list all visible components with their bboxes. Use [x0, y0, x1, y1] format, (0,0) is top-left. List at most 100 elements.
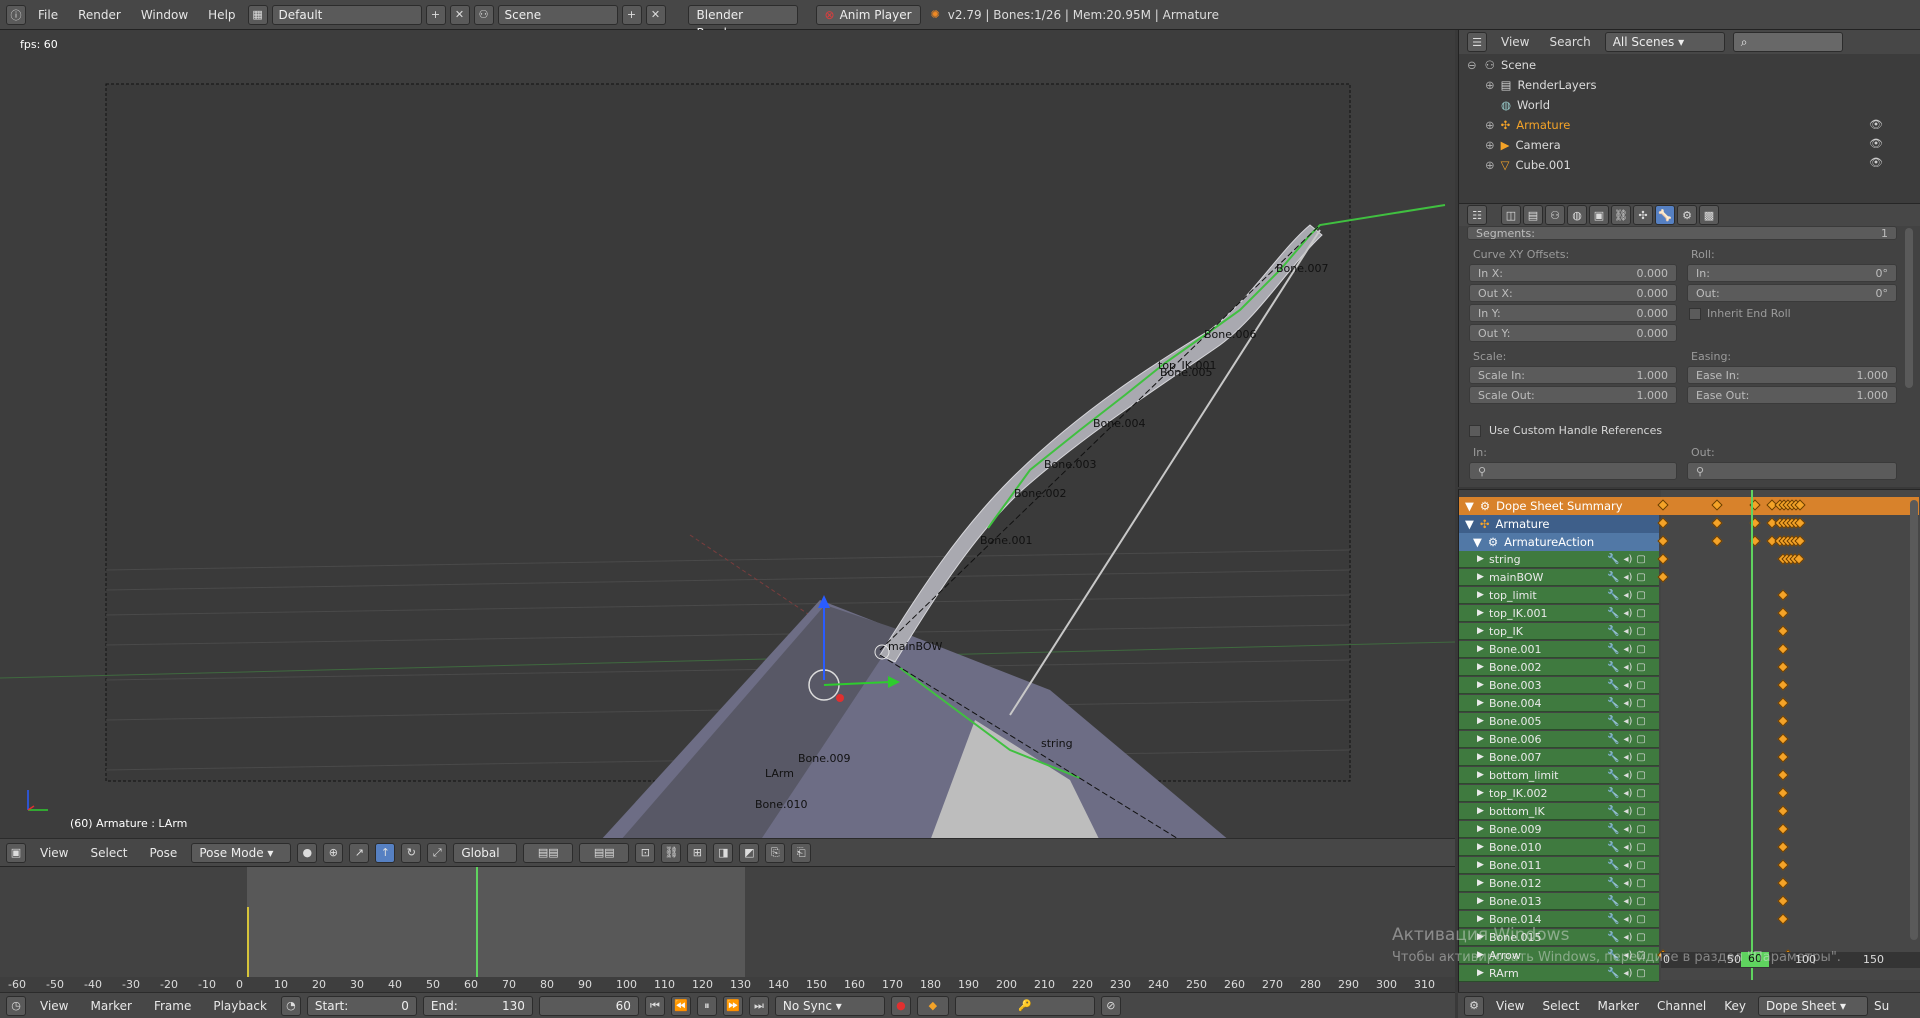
mute-icon[interactable]: ◂): [1623, 608, 1632, 619]
wrench-icon[interactable]: 🔧: [1607, 734, 1619, 745]
modifiers-tab-icon[interactable]: ✣: [1633, 205, 1653, 225]
translate-icon[interactable]: ↑: [375, 842, 396, 863]
timeline-editor-icon[interactable]: ◷: [6, 995, 26, 1016]
sync-dropdown[interactable]: No Sync ▾: [774, 995, 885, 1016]
eye-icon[interactable]: 👁: [1869, 156, 1883, 169]
channel-row[interactable]: ▶ top_IK.002 🔧 ◂) ▢: [1459, 785, 1659, 802]
bone-constraint-tab-icon[interactable]: ⚙: [1677, 205, 1697, 225]
channel-row[interactable]: ▶ Bone.001 🔧 ◂) ▢: [1459, 641, 1659, 658]
expand-triangle-icon[interactable]: ▶: [1477, 734, 1484, 744]
outliner[interactable]: ☰ View Search All Scenes ▾ ⌕ ⊖ ⚇ Scene ⊕ ▤ R…: [1458, 30, 1920, 203]
wrench-icon[interactable]: 🔧: [1607, 608, 1619, 619]
anim-player-button[interactable]: ⊗ Anim Player: [815, 4, 921, 25]
mute-icon[interactable]: ◂): [1623, 734, 1632, 745]
dope-sheet-object-armature[interactable]: ▼ ✣ Armature: [1459, 515, 1659, 533]
lock-icon[interactable]: ▢: [1636, 554, 1645, 565]
channel-row[interactable]: ▶ Bone.006 🔧 ◂) ▢: [1459, 731, 1659, 748]
out-x-field[interactable]: Out X: 0.000: [1469, 284, 1677, 302]
menu-render[interactable]: Render: [70, 5, 129, 25]
expand-triangle-icon[interactable]: ▶: [1477, 608, 1484, 618]
out-y-field[interactable]: Out Y: 0.000: [1469, 324, 1677, 342]
dope-sheet[interactable]: ▼ ⚙ Dope Sheet Summary ▼ ✣ Armature ▼ ⚙ Armatu…: [1458, 489, 1920, 992]
expand-icon[interactable]: ⊕: [1485, 118, 1495, 132]
wrench-icon[interactable]: 🔧: [1607, 878, 1619, 889]
mute-icon[interactable]: ◂): [1623, 698, 1632, 709]
outliner-item-scene[interactable]: ⊖ ⚇ Scene: [1459, 56, 1859, 74]
lock-icon[interactable]: ▢: [1636, 806, 1645, 817]
channel-row[interactable]: ▶ Bone.005 🔧 ◂) ▢: [1459, 713, 1659, 730]
dopesheet-scrollbar[interactable]: [1910, 500, 1918, 940]
add-scene-icon[interactable]: +: [621, 4, 642, 25]
mute-icon[interactable]: ◂): [1623, 788, 1632, 799]
channel-row[interactable]: ▶ mainBOW 🔧 ◂) ▢: [1459, 569, 1659, 586]
expand-icon[interactable]: ⊕: [1485, 138, 1495, 152]
expand-triangle-icon[interactable]: ▶: [1477, 572, 1484, 582]
snap-icon[interactable]: ⊞: [687, 842, 708, 863]
outliner-search-input[interactable]: ⌕: [1732, 32, 1843, 52]
channel-row[interactable]: ▶ Bone.012 🔧 ◂) ▢: [1459, 875, 1659, 892]
channel-row[interactable]: ▶ top_limit 🔧 ◂) ▢: [1459, 587, 1659, 604]
keying-set-field[interactable]: 🔑: [954, 995, 1095, 1016]
outliner-item-world[interactable]: ◍ World: [1459, 96, 1550, 114]
mute-icon[interactable]: ◂): [1623, 896, 1632, 907]
checkbox-icon[interactable]: [1469, 424, 1481, 437]
expand-triangle-icon[interactable]: ▶: [1477, 824, 1484, 834]
lock-icon[interactable]: ▢: [1636, 680, 1645, 691]
channel-row[interactable]: ▶ bottom_IK 🔧 ◂) ▢: [1459, 803, 1659, 820]
collapse-icon[interactable]: ⊖: [1467, 58, 1477, 72]
mute-icon[interactable]: ◂): [1623, 590, 1632, 601]
channel-row[interactable]: ▶ Bone.004 🔧 ◂) ▢: [1459, 695, 1659, 712]
mute-icon[interactable]: ◂): [1623, 968, 1632, 979]
wrench-icon[interactable]: 🔧: [1607, 914, 1619, 925]
wrench-icon[interactable]: 🔧: [1607, 896, 1619, 907]
ease-in-field[interactable]: Ease In: 1.000: [1687, 366, 1897, 384]
tl-menu-frame[interactable]: Frame: [146, 999, 199, 1013]
render-tab-icon[interactable]: ◫: [1501, 205, 1521, 225]
editor-type-icon[interactable]: ▣: [6, 842, 26, 863]
mute-icon[interactable]: ◂): [1623, 878, 1632, 889]
wrench-icon[interactable]: 🔧: [1607, 806, 1619, 817]
lock-icon[interactable]: ▢: [1636, 968, 1645, 979]
tl-menu-playback[interactable]: Playback: [205, 999, 275, 1013]
channel-row[interactable]: ▶ string 🔧 ◂) ▢: [1459, 551, 1659, 568]
lock-icon[interactable]: ▢: [1636, 572, 1645, 583]
mute-icon[interactable]: ◂): [1623, 716, 1632, 727]
wrench-icon[interactable]: 🔧: [1607, 716, 1619, 727]
expand-triangle-icon[interactable]: ▶: [1477, 770, 1484, 780]
mode-dropdown[interactable]: Pose Mode ▾: [191, 842, 292, 863]
mute-icon[interactable]: ◂): [1623, 860, 1632, 871]
expand-triangle-icon[interactable]: ▶: [1477, 644, 1484, 654]
tl-menu-view[interactable]: View: [32, 999, 76, 1013]
wrench-icon[interactable]: 🔧: [1607, 626, 1619, 637]
channel-row[interactable]: ▶ Bone.009 🔧 ◂) ▢: [1459, 821, 1659, 838]
collapse-triangle-icon[interactable]: ▼: [1465, 517, 1474, 531]
info-editor-icon[interactable]: ⓘ: [6, 4, 26, 25]
vp-menu-pose[interactable]: Pose: [142, 846, 186, 860]
expand-triangle-icon[interactable]: ▶: [1477, 680, 1484, 690]
mute-icon[interactable]: ◂): [1623, 644, 1632, 655]
mute-icon[interactable]: ◂): [1623, 824, 1632, 835]
channel-row[interactable]: ▶ top_IK.001 🔧 ◂) ▢: [1459, 605, 1659, 622]
mute-icon[interactable]: ◂): [1623, 806, 1632, 817]
eye-icon[interactable]: 👁: [1869, 118, 1883, 131]
rotate-icon[interactable]: ↻: [401, 842, 422, 863]
gizmo-x-handle[interactable]: [836, 694, 844, 702]
expand-triangle-icon[interactable]: ▶: [1477, 806, 1484, 816]
layout-field[interactable]: Default: [271, 4, 422, 25]
copy-pose-icon[interactable]: ⎘: [765, 842, 786, 863]
wrench-icon[interactable]: 🔧: [1607, 644, 1619, 655]
pause-icon[interactable]: ⏸: [696, 995, 717, 1016]
lock-icon[interactable]: ▢: [1636, 752, 1645, 763]
outliner-editor-icon[interactable]: ☰: [1467, 32, 1487, 52]
tl-menu-marker[interactable]: Marker: [82, 999, 139, 1013]
remove-scene-icon[interactable]: ✕: [645, 4, 666, 25]
outliner-menu-view[interactable]: View: [1495, 35, 1535, 49]
lock-icon[interactable]: ▢: [1636, 914, 1645, 925]
menu-help[interactable]: Help: [200, 5, 243, 25]
scale-icon[interactable]: ⤢: [427, 842, 448, 863]
current-frame-field[interactable]: 60: [538, 995, 639, 1016]
lock-icon[interactable]: ▢: [1636, 698, 1645, 709]
mute-icon[interactable]: ◂): [1623, 626, 1632, 637]
texture-tab-icon[interactable]: ▩: [1699, 205, 1719, 225]
wrench-icon[interactable]: 🔧: [1607, 590, 1619, 601]
